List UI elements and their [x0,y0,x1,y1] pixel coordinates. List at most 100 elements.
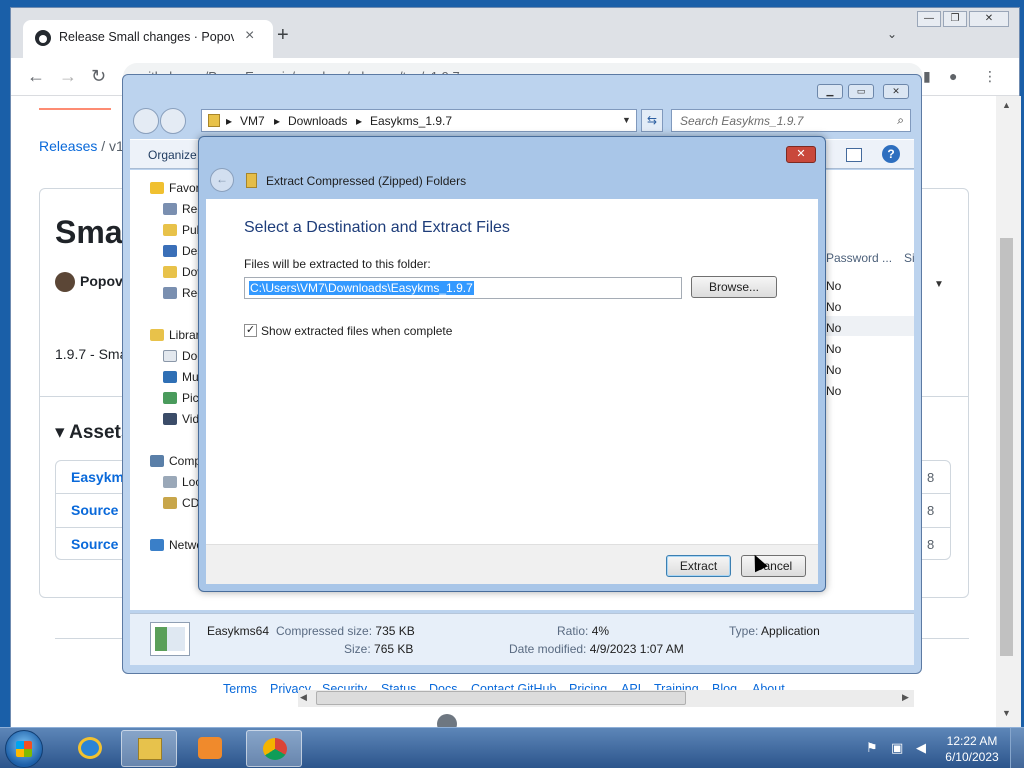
tab-strip: Release Small changes · PopovEvgeniy/eas… [11,8,1019,58]
documents-icon [163,350,177,362]
scroll-right-icon[interactable]: ▶ [902,692,909,703]
tab-title: Release Small changes · PopovEvgeniy/eas… [59,30,234,44]
asset-size-1: 8 [927,503,935,518]
browse-button[interactable]: Browse... [691,276,777,298]
downloads-folder-icon [163,266,177,278]
assets-heading[interactable]: ▾ Assets [55,421,131,444]
start-button[interactable] [5,730,43,768]
organize-button[interactable]: Organize [148,148,197,162]
folder-icon [163,224,177,236]
recent-items-icon [163,287,177,299]
address-chevron-icon: ▸ [274,114,281,128]
action-center-flag-icon[interactable]: ⚑ [866,740,878,756]
windows-logo-icon [16,741,32,757]
address-segment-downloads[interactable]: Downloads [288,114,347,128]
clock-time: 12:22 AM [946,734,998,748]
avatar[interactable] [55,272,75,292]
back-arrow-icon[interactable]: ← [27,66,45,87]
destination-path-input[interactable]: C:\Users\VM7\Downloads\Easykms_1.9.7 [244,277,682,299]
close-button[interactable]: ✕ [969,11,1009,27]
clock-date: 6/10/2023 [945,750,999,764]
taskbar-media-player[interactable] [182,730,238,767]
address-chevron-icon: ▸ [356,114,363,128]
explorer-forward-icon[interactable] [160,108,186,134]
help-icon[interactable]: ? [882,145,900,163]
taskbar-internet-explorer[interactable] [62,730,118,767]
scroll-up-icon[interactable]: ▲ [1002,100,1011,110]
preview-pane-icon[interactable] [846,148,862,162]
cd-drive-icon [163,497,177,509]
column-header-size[interactable]: Si [904,251,915,265]
menu-kebab-icon[interactable]: ⋮ [983,68,997,85]
details-compressed-label: Compressed size: [276,624,373,638]
dialog-back-icon[interactable]: ← [210,168,234,192]
reload-icon[interactable]: ↻ [91,66,106,87]
github-favicon-icon [35,30,51,46]
media-player-icon [198,737,222,759]
new-tab-button[interactable]: + [277,24,289,47]
volume-muted-icon[interactable]: ◀ [916,740,926,756]
tab-search-chevron-icon[interactable]: ⌄ [887,27,897,41]
destination-label: Files will be extracted to this folder: [244,257,431,271]
password-cell: No [826,279,842,293]
page-scrollbar[interactable]: ▲ ▼ [996,96,1021,728]
dialog-title: Extract Compressed (Zipped) Folders [266,174,467,188]
minimize-button[interactable]: — [917,11,941,27]
breadcrumb-releases-link[interactable]: Releases [39,138,97,154]
maximize-button[interactable]: ❐ [943,11,967,27]
refresh-icon[interactable]: ⇆ [641,109,663,132]
horizontal-scrollbar[interactable]: ◀ ▶ [298,690,914,707]
active-tab-underline [39,108,111,110]
details-type-value: Application [761,624,820,638]
column-header-password[interactable]: Password ... [826,251,892,265]
scroll-left-icon[interactable]: ◀ [300,692,307,703]
forward-arrow-icon[interactable]: → [59,66,77,87]
scroll-down-icon[interactable]: ▼ [1002,708,1011,718]
address-segment-vm7[interactable]: VM7 [240,114,265,128]
show-files-checkbox[interactable]: ✓ [244,324,257,337]
extract-button[interactable]: Extract [666,555,731,577]
explorer-address-bar[interactable]: ▸ VM7 ▸ Downloads ▸ Easykms_1.9.7 ▼ [201,109,637,132]
folder-icon [208,114,220,127]
computer-icon [150,455,164,467]
windows-explorer-icon [138,738,162,760]
explorer-search-input[interactable]: Search Easykms_1.9.7 ⌕ [671,109,911,132]
libraries-icon [150,329,164,341]
explorer-maximize-button[interactable]: ▭ [848,84,874,99]
explorer-close-button[interactable]: ✕ [883,84,909,99]
pictures-icon [163,392,177,404]
breadcrumb-separator: / [101,138,106,154]
scroll-thumb[interactable] [1000,238,1013,656]
details-file-name: Easykms64 [207,624,270,638]
asset-size-0: 8 [927,470,935,485]
dialog-footer: Extract Cancel [206,544,818,584]
footer-link-terms[interactable]: Terms [223,682,257,696]
taskbar: ⚑ ▣ ◀ 12:22 AM 6/10/2023 [0,727,1024,768]
recent-places-icon [163,203,177,215]
explorer-minimize-button[interactable]: ▁ [817,84,843,99]
side-panel-icon[interactable]: ▮ [923,68,931,85]
browser-tab[interactable]: Release Small changes · PopovEvgeniy/eas… [23,20,273,58]
tab-close-icon[interactable]: × [245,27,254,45]
address-dropdown-icon[interactable]: ▼ [622,115,631,125]
profile-icon[interactable]: ● [949,68,957,84]
search-placeholder: Search Easykms_1.9.7 [680,114,804,128]
taskbar-windows-explorer[interactable] [121,730,177,767]
details-modified-label: Date modified: [509,642,587,656]
videos-icon [163,413,177,425]
search-icon[interactable]: ⌕ [897,113,904,128]
dialog-close-button[interactable]: ✕ [786,146,816,163]
explorer-back-icon[interactable] [133,108,159,134]
details-modified-value: 4/9/2023 1:07 AM [589,642,684,656]
zip-folder-icon [246,173,257,188]
destination-path-value: C:\Users\VM7\Downloads\Easykms_1.9.7 [249,281,474,295]
password-cell: No [826,363,842,377]
column-dropdown-icon[interactable]: ▼ [934,279,944,290]
taskbar-chrome[interactable] [246,730,302,767]
horizontal-scroll-thumb[interactable] [316,691,686,705]
network-icon[interactable]: ▣ [891,740,903,756]
address-segment-folder[interactable]: Easykms_1.9.7 [370,114,452,128]
system-clock[interactable]: 12:22 AM 6/10/2023 [944,733,1000,765]
github-logo-icon[interactable] [437,714,457,728]
show-desktop-button[interactable] [1010,728,1024,768]
